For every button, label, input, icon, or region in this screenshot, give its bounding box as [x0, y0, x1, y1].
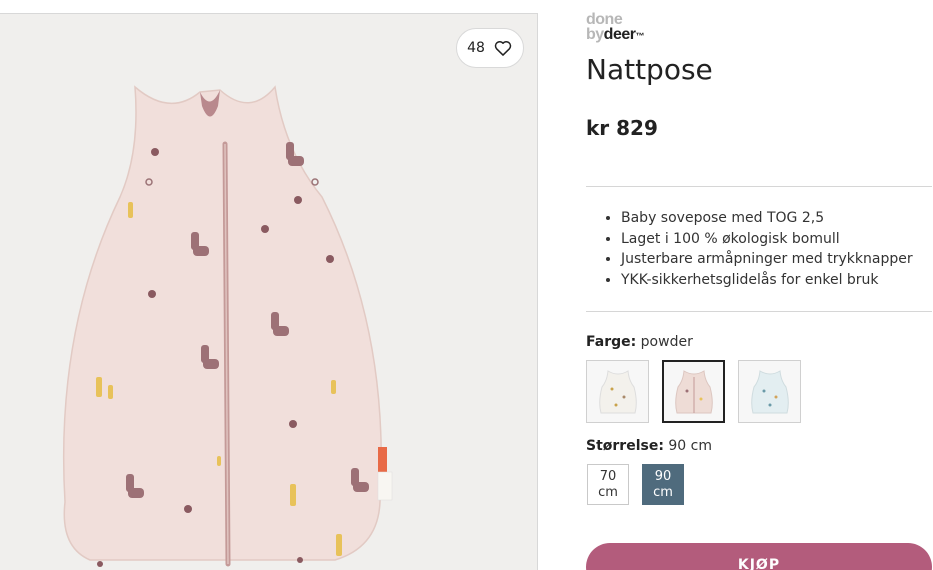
- divider: [586, 311, 932, 312]
- brand-logo-by: by: [586, 26, 604, 43]
- product-image: [62, 85, 393, 567]
- size-unit: cm: [653, 484, 673, 500]
- divider: [586, 186, 932, 187]
- size-number: 90: [654, 468, 672, 484]
- feature-list: Baby sovepose med TOG 2,5 Laget i 100 % …: [621, 208, 913, 291]
- color-label: Farge: powder: [586, 334, 693, 350]
- color-swatch-blue[interactable]: [738, 360, 801, 423]
- size-label-title: Størrelse:: [586, 438, 664, 454]
- size-number: 70: [599, 468, 617, 484]
- brand-logo[interactable]: done bydeer™: [586, 12, 644, 44]
- size-option-70[interactable]: 70 cm: [587, 464, 629, 505]
- size-label: Størrelse: 90 cm: [586, 438, 712, 454]
- color-label-title: Farge:: [586, 334, 637, 350]
- product-price: kr 829: [586, 116, 658, 140]
- favorite-button[interactable]: 48: [456, 28, 524, 68]
- favorite-count: 48: [467, 40, 485, 56]
- swatch-thumbnail: [598, 369, 637, 413]
- size-selected-value: 90 cm: [668, 438, 712, 454]
- size-option-90[interactable]: 90 cm: [642, 464, 684, 505]
- brand-logo-line1: done: [586, 11, 623, 28]
- size-unit: cm: [598, 484, 618, 500]
- color-swatch-white[interactable]: [586, 360, 649, 423]
- feature-item: Baby sovepose med TOG 2,5: [621, 208, 913, 229]
- buy-button[interactable]: KJØP: [586, 543, 932, 570]
- color-swatch-powder[interactable]: [662, 360, 725, 423]
- product-image-panel: 48: [0, 13, 538, 570]
- color-selected-value: powder: [640, 334, 693, 350]
- feature-item: Justerbare armåpninger med trykknapper: [621, 249, 913, 270]
- heart-icon: [494, 40, 512, 56]
- product-title: Nattpose: [586, 53, 713, 86]
- swatch-thumbnail: [674, 369, 713, 413]
- feature-item: YKK-sikkerhetsglidelås for enkel bruk: [621, 270, 913, 291]
- brand-logo-deer: deer: [603, 26, 636, 43]
- feature-item: Laget i 100 % økologisk bomull: [621, 229, 913, 250]
- brand-logo-line2: bydeer™: [586, 27, 644, 44]
- brand-logo-mark: ™: [635, 31, 644, 41]
- swatch-thumbnail: [750, 369, 789, 413]
